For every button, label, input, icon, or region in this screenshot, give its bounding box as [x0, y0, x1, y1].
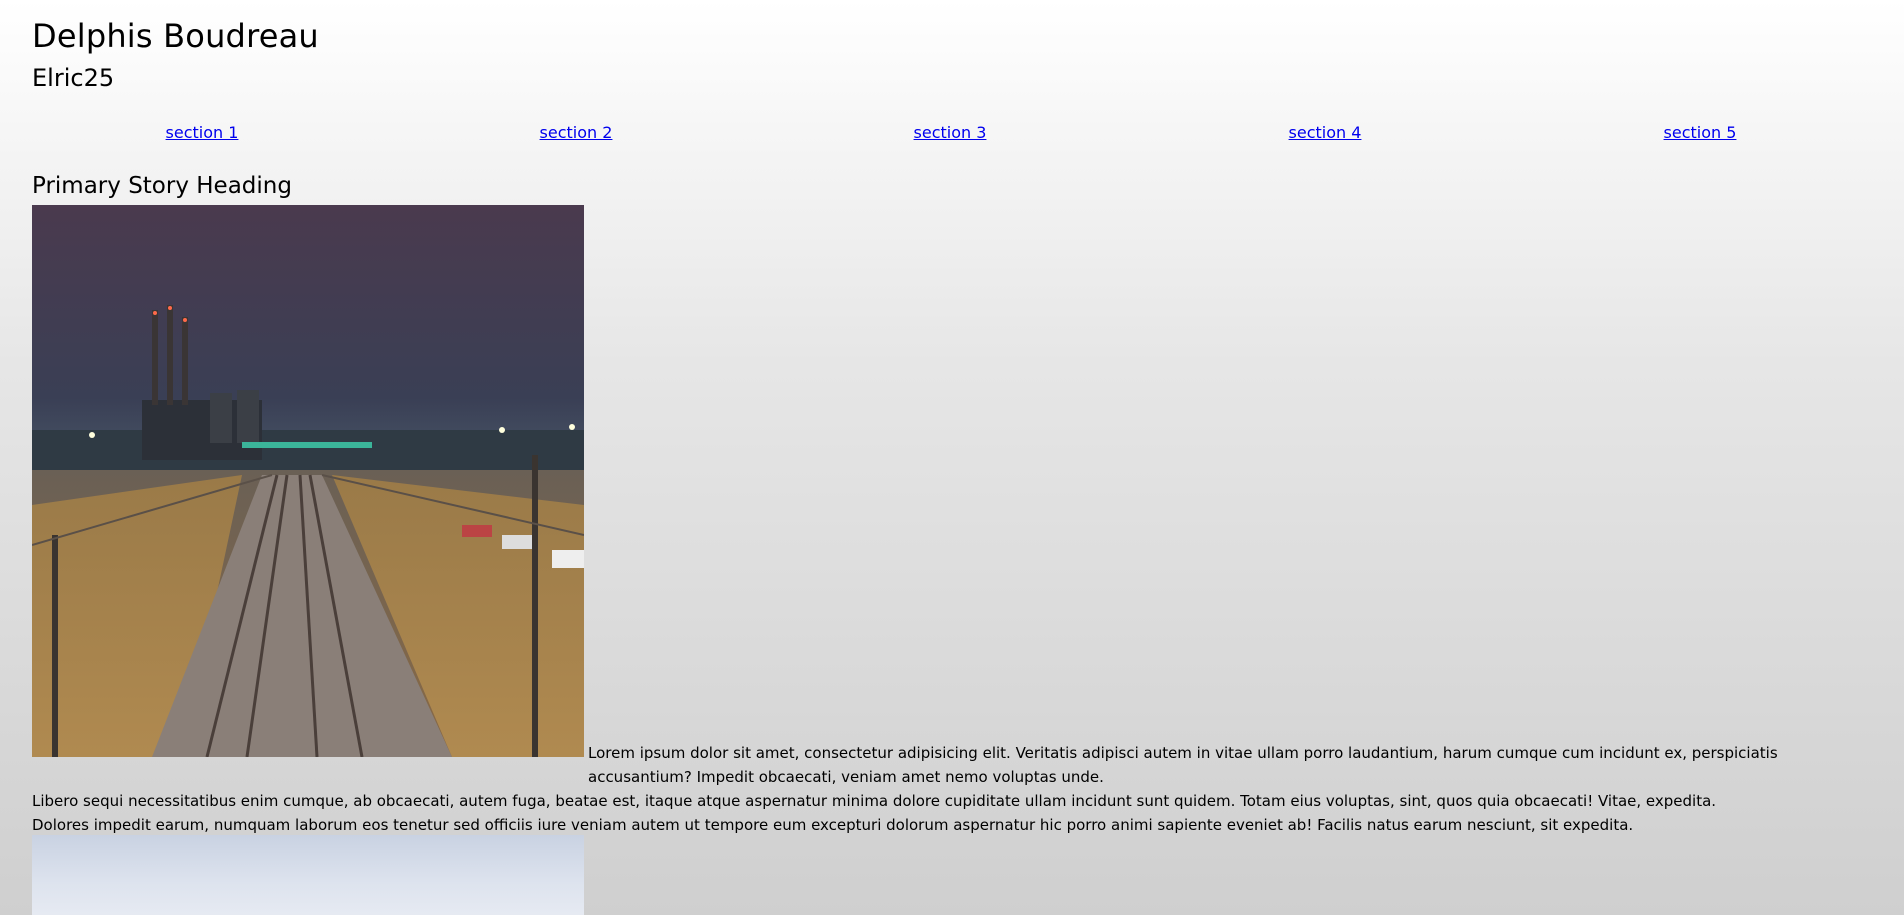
nav-link-section-4[interactable]: section 4 [1289, 123, 1362, 142]
site-subtitle: Elric25 [32, 64, 115, 92]
nav-link-section-5[interactable]: section 5 [1664, 123, 1737, 142]
story-paragraph-3: Dolores impedit earum, numquam laborum e… [32, 816, 1634, 834]
main-nav: section 1 section 2 section 3 section 4 … [32, 123, 1904, 145]
story-paragraph-2: Libero sequi necessitatibus enim cumque,… [32, 792, 1717, 810]
secondary-story-image [32, 835, 584, 915]
site-title: Delphis Boudreau [32, 17, 319, 55]
story-paragraph-1: Lorem ipsum dolor sit amet, consectetur … [588, 744, 1778, 786]
nav-link-section-3[interactable]: section 3 [914, 123, 987, 142]
story-image [32, 205, 584, 757]
nav-link-section-1[interactable]: section 1 [166, 123, 239, 142]
primary-story-heading: Primary Story Heading [32, 173, 292, 199]
story-text: Lorem ipsum dolor sit amet, consectetur … [32, 741, 1812, 837]
nav-link-section-2[interactable]: section 2 [540, 123, 613, 142]
